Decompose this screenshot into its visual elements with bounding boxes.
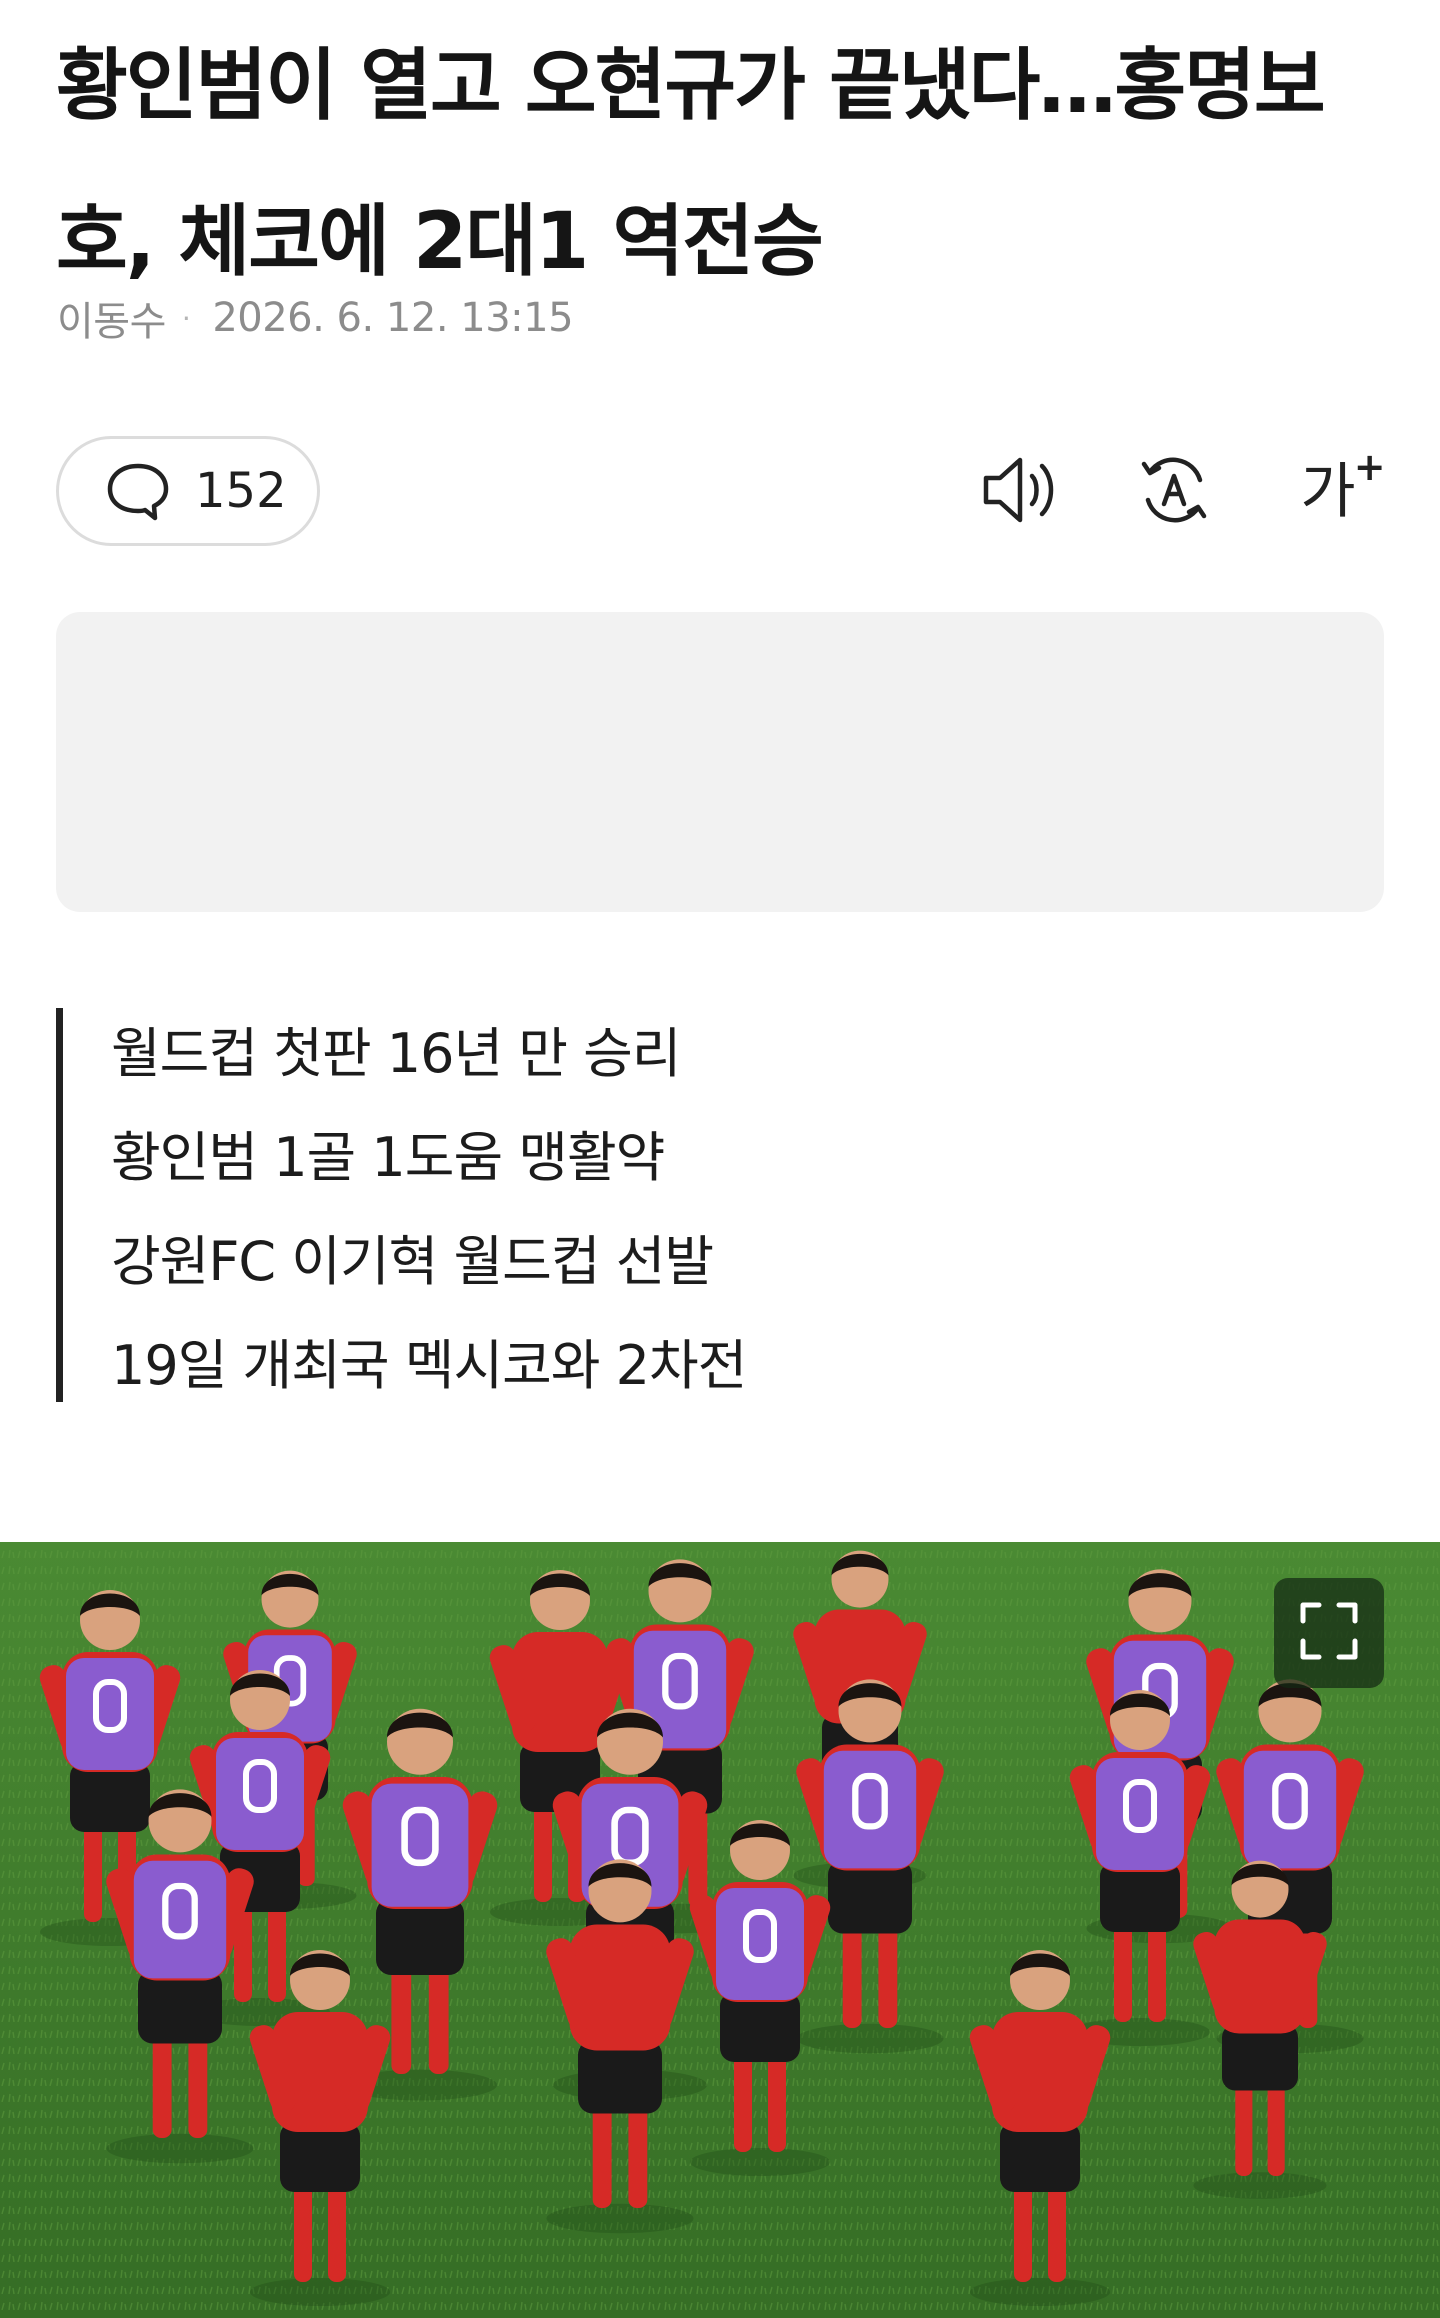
listen-button[interactable] xyxy=(972,444,1068,540)
comment-button[interactable]: 152 xyxy=(56,436,320,546)
speaker-icon xyxy=(978,450,1062,534)
translate-button[interactable] xyxy=(1126,444,1222,540)
ad-placeholder xyxy=(56,612,1384,912)
meta-separator: · xyxy=(181,301,191,335)
summary-line: 강원FC 이기혁 월드컵 선발 xyxy=(111,1230,714,1293)
font-size-button[interactable]: 가 + xyxy=(1280,444,1385,540)
fullscreen-icon xyxy=(1297,1599,1361,1667)
summary-line: 19일 개최국 멕시코와 2차전 xyxy=(111,1334,747,1397)
comment-count: 152 xyxy=(195,463,287,519)
article-meta: 이동수 · 2026. 6. 12. 13:15 xyxy=(57,289,574,347)
fullscreen-button[interactable] xyxy=(1274,1578,1384,1688)
font-size-icon: 가 + xyxy=(1300,448,1385,522)
publish-date: 2026. 6. 12. 13:15 xyxy=(212,295,574,341)
font-size-label: 가 xyxy=(1300,457,1356,527)
celebration-photo xyxy=(0,1542,1440,2318)
font-size-plus: + xyxy=(1353,445,1386,489)
article-photo[interactable] xyxy=(0,1542,1440,2318)
speech-bubble-icon xyxy=(105,458,171,524)
author-name[interactable]: 이동수 xyxy=(57,289,166,347)
summary-line: 황인범 1골 1도움 맹활약 xyxy=(111,1126,665,1189)
article-summary: 월드컵 첫판 16년 만 승리 황인범 1골 1도움 맹활약 강원FC 이기혁 … xyxy=(56,1008,1256,1402)
summary-line: 월드컵 첫판 16년 만 승리 xyxy=(111,1022,682,1085)
article-title: 황인범이 열고 오현규가 끝냈다…홍명보호, 체코에 2대1 역전승 xyxy=(56,41,1326,287)
translate-icon xyxy=(1134,450,1214,534)
